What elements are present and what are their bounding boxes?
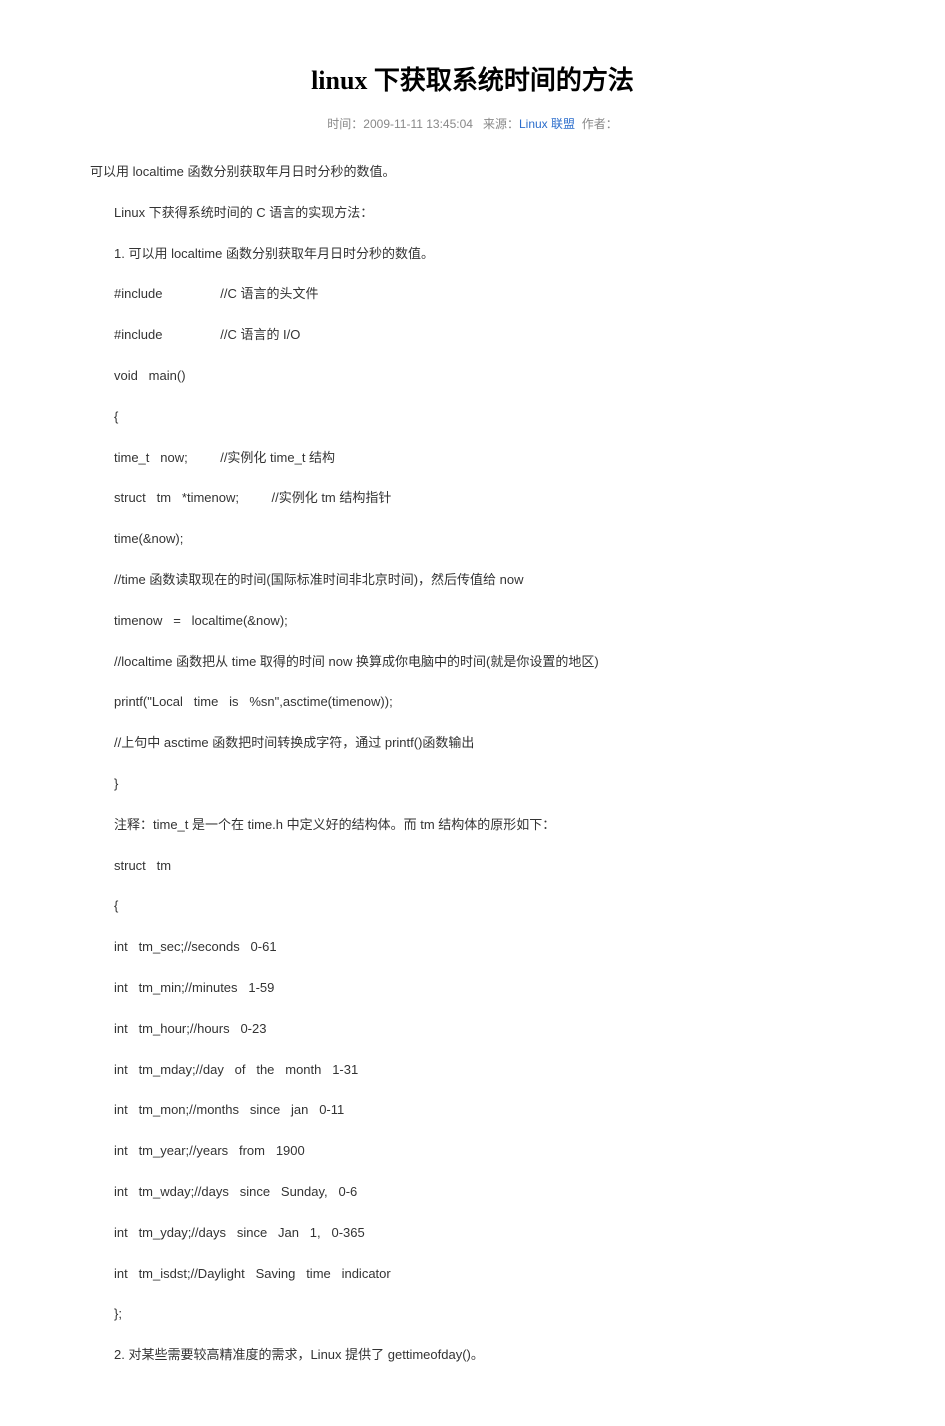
- content-line: int tm_sec;//seconds 0-61: [114, 937, 855, 958]
- content-line: int tm_yday;//days since Jan 1, 0-365: [114, 1223, 855, 1244]
- author-label: 作者：: [582, 117, 618, 131]
- content-line: struct tm *timenow; //实例化 tm 结构指针: [114, 488, 855, 509]
- content-line: {: [114, 407, 855, 428]
- content-line: };: [114, 1304, 855, 1325]
- content-line: {: [114, 896, 855, 917]
- content-line: //time 函数读取现在的时间(国际标准时间非北京时间)，然后传值给 now: [114, 570, 855, 591]
- content-line: //上句中 asctime 函数把时间转换成字符，通过 printf()函数输出: [114, 733, 855, 754]
- content-line: }: [114, 774, 855, 795]
- source-label: 来源：: [483, 117, 519, 131]
- content-line: 1. 可以用 localtime 函数分别获取年月日时分秒的数值。: [114, 244, 855, 265]
- content-line: int tm_isdst;//Daylight Saving time indi…: [114, 1264, 855, 1285]
- content-line: printf("Local time is %sn",asctime(timen…: [114, 692, 855, 713]
- source-link[interactable]: Linux 联盟: [519, 117, 575, 131]
- content-line: 可以用 localtime 函数分别获取年月日时分秒的数值。: [90, 162, 855, 183]
- content-line: #include //C 语言的头文件: [114, 284, 855, 305]
- time-label: 时间：: [327, 117, 363, 131]
- page-title: linux 下获取系统时间的方法: [90, 60, 855, 97]
- content-line: int tm_mday;//day of the month 1-31: [114, 1060, 855, 1081]
- content-line: int tm_mon;//months since jan 0-11: [114, 1100, 855, 1121]
- content-line: #include //C 语言的 I/O: [114, 325, 855, 346]
- content-line: time(&now);: [114, 529, 855, 550]
- content-line: struct tm: [114, 856, 855, 877]
- content-line: int tm_year;//years from 1900: [114, 1141, 855, 1162]
- content-line: 2. 对某些需要较高精准度的需求，Linux 提供了 gettimeofday(…: [114, 1345, 855, 1366]
- content-line: 注释：time_t 是一个在 time.h 中定义好的结构体。而 tm 结构体的…: [114, 815, 855, 836]
- article-meta: 时间：2009-11-11 13:45:04 来源：Linux 联盟 作者：: [90, 115, 855, 132]
- content-line: time_t now; //实例化 time_t 结构: [114, 448, 855, 469]
- time-value: 2009-11-11 13:45:04: [363, 117, 473, 131]
- content-line: int tm_hour;//hours 0-23: [114, 1019, 855, 1040]
- content-line: //localtime 函数把从 time 取得的时间 now 换算成你电脑中的…: [114, 652, 855, 673]
- content-line: void main(): [114, 366, 855, 387]
- content-line: Linux 下获得系统时间的 C 语言的实现方法：: [114, 203, 855, 224]
- content-line: int tm_wday;//days since Sunday, 0-6: [114, 1182, 855, 1203]
- content-line: int tm_min;//minutes 1-59: [114, 978, 855, 999]
- article-content: 可以用 localtime 函数分别获取年月日时分秒的数值。 Linux 下获得…: [90, 162, 855, 1366]
- content-line: timenow = localtime(&now);: [114, 611, 855, 632]
